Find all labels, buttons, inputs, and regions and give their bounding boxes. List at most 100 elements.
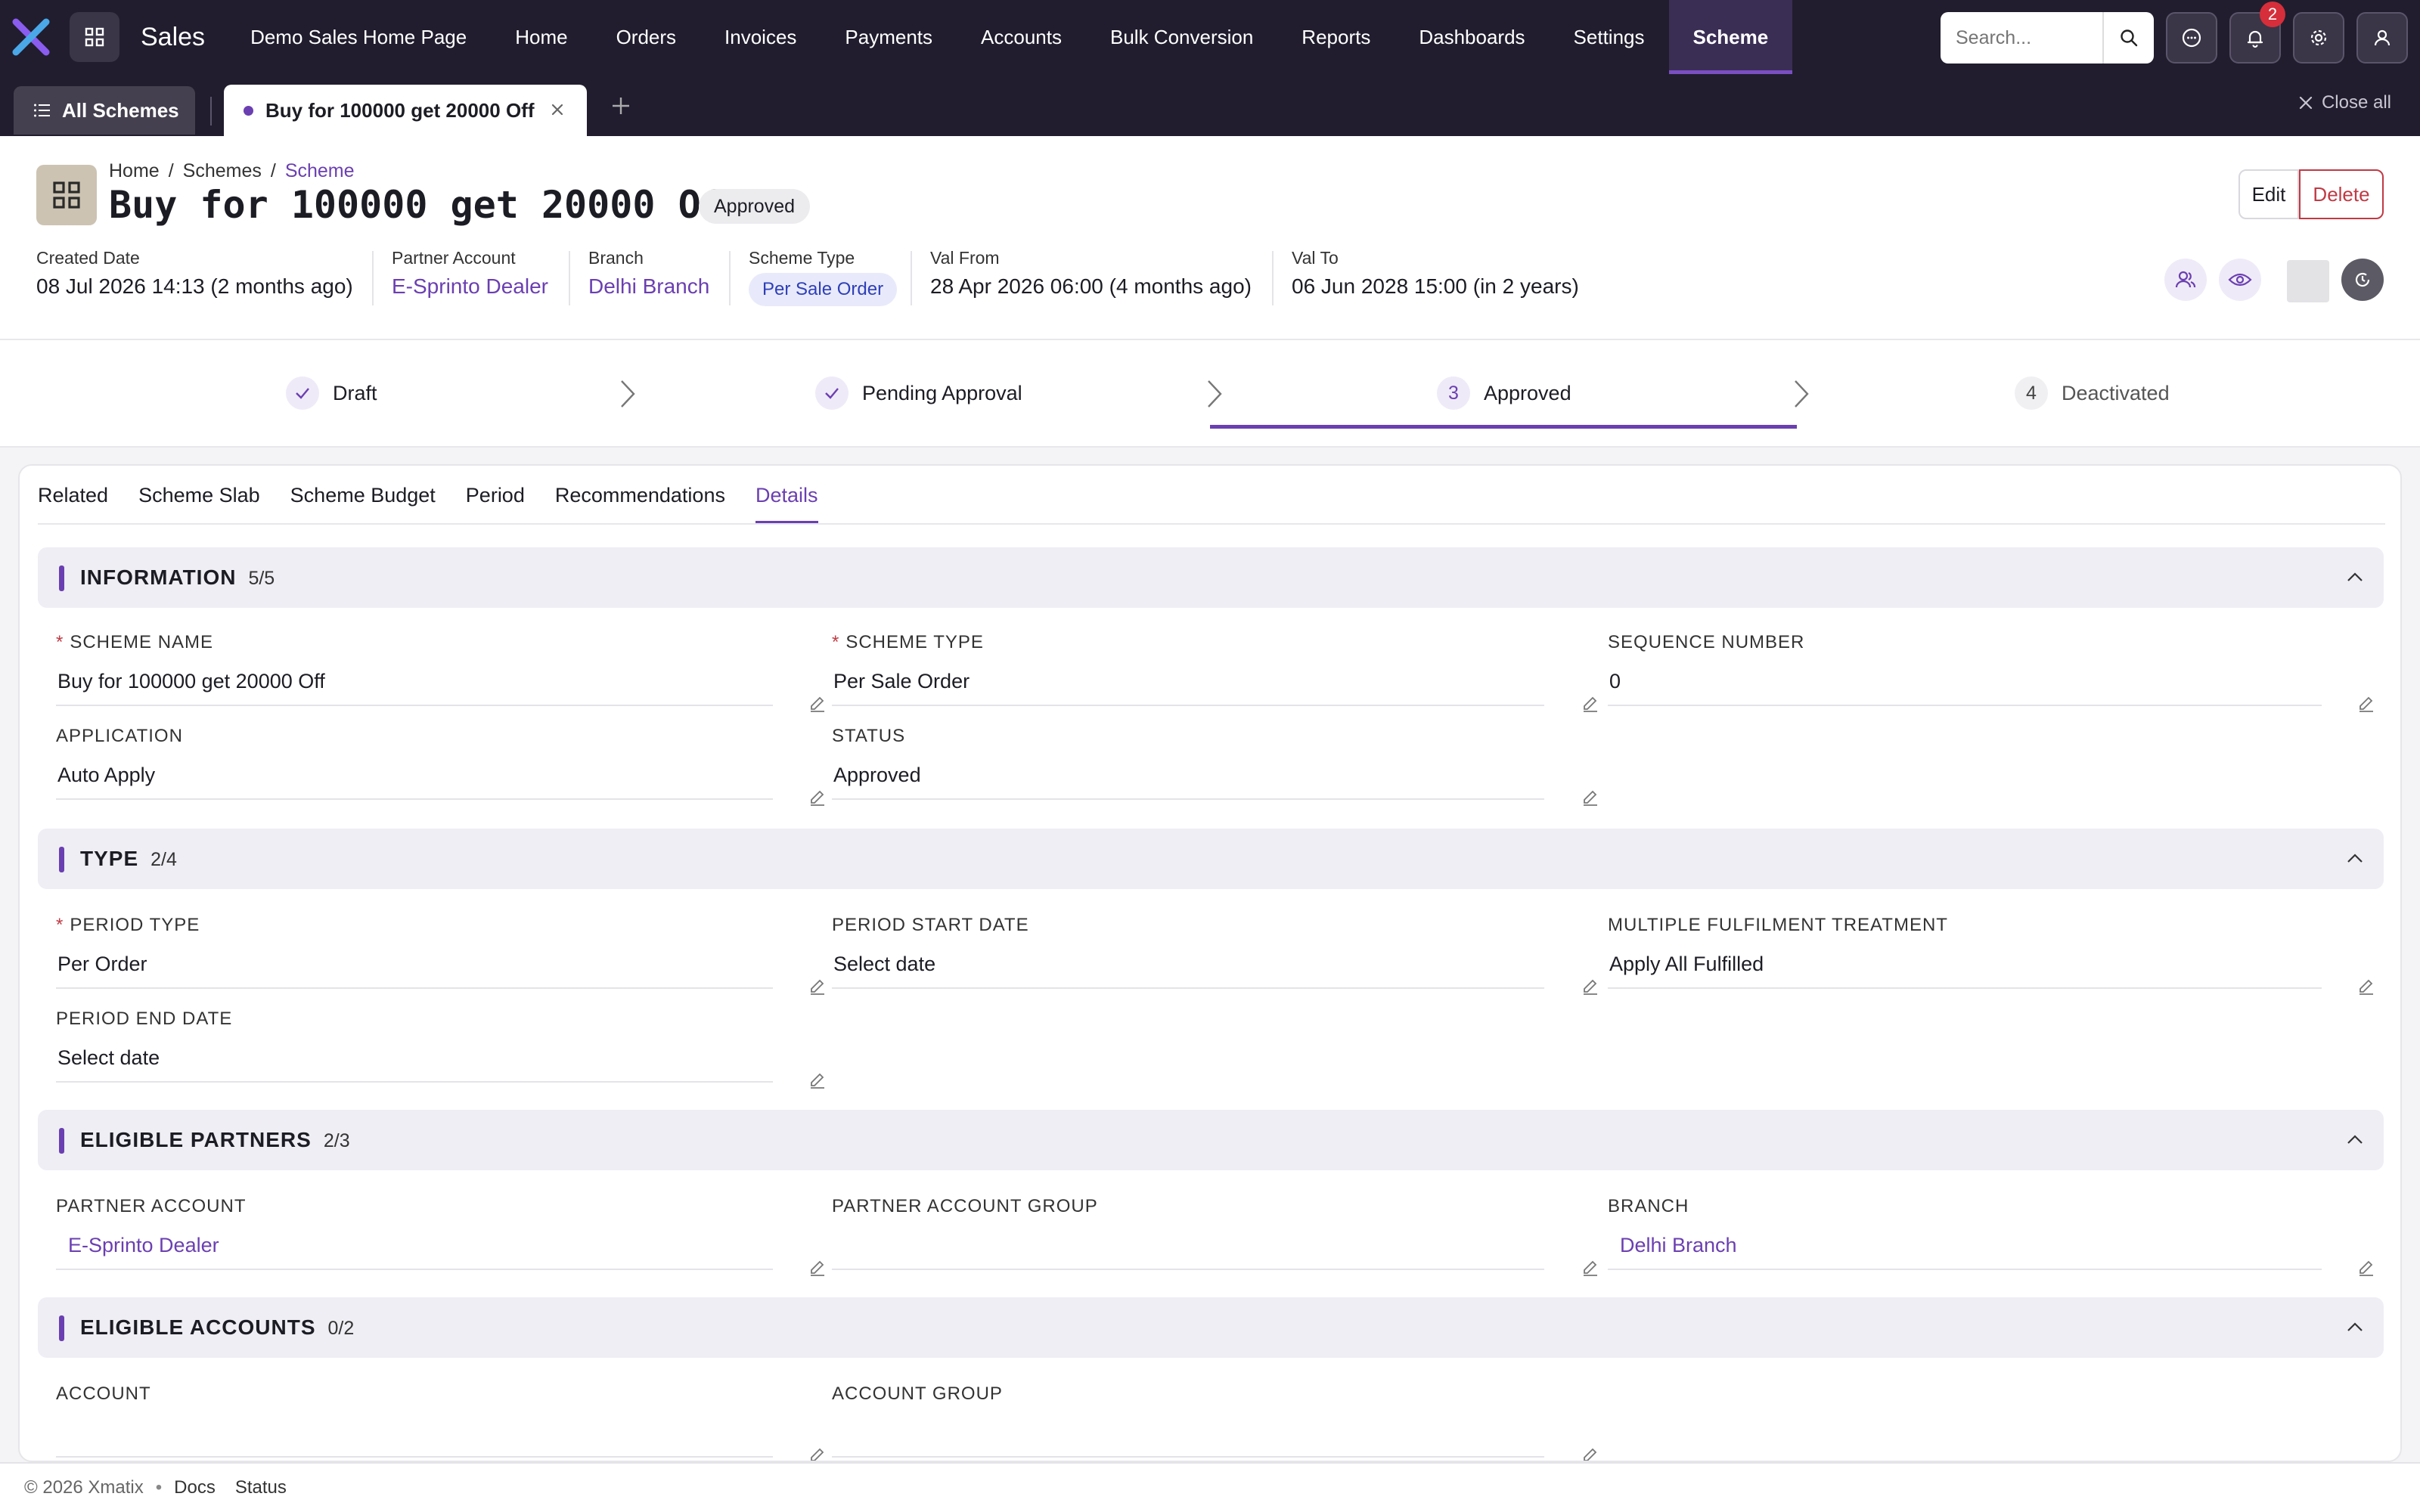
pencil-icon[interactable] bbox=[1581, 788, 1600, 807]
pencil-icon[interactable] bbox=[808, 788, 827, 807]
field-label: * PERIOD TYPE bbox=[56, 915, 812, 936]
open-record-tab[interactable]: Buy for 100000 get 20000 Off bbox=[224, 85, 587, 136]
user-profile-button[interactable] bbox=[2356, 12, 2408, 64]
step-number: 4 bbox=[2015, 376, 2048, 410]
meta-partner-account: Partner Account E-Sprinto Dealer bbox=[392, 248, 548, 299]
chat-button[interactable] bbox=[2166, 12, 2217, 64]
nav-accounts[interactable]: Accounts bbox=[957, 0, 1086, 74]
search-button[interactable] bbox=[2102, 12, 2154, 64]
section-information-header[interactable]: INFORMATION 5/5 bbox=[38, 547, 2384, 608]
field-label-text: ACCOUNT GROUP bbox=[832, 1383, 1003, 1404]
account-lookup[interactable] bbox=[56, 1421, 773, 1458]
app-launcher-button[interactable] bbox=[70, 12, 119, 62]
global-search bbox=[1941, 12, 2154, 64]
multiple-fulfilment-input[interactable]: Apply All Fulfilled bbox=[1608, 953, 2322, 989]
watch-button[interactable] bbox=[2219, 259, 2261, 301]
edit-button[interactable]: Edit bbox=[2238, 169, 2299, 219]
docs-link[interactable]: Docs bbox=[174, 1477, 216, 1498]
application-input[interactable]: Auto Apply bbox=[56, 764, 773, 800]
section-title: TYPE 2/4 bbox=[80, 847, 177, 871]
partner-account-link[interactable]: E-Sprinto Dealer bbox=[392, 274, 548, 299]
breadcrumb-current[interactable]: Scheme bbox=[285, 160, 355, 181]
tab-details[interactable]: Details bbox=[755, 484, 818, 524]
tab-related[interactable]: Related bbox=[38, 484, 108, 524]
all-schemes-tab[interactable]: All Schemes bbox=[14, 86, 195, 135]
delete-button[interactable]: Delete bbox=[2299, 169, 2384, 219]
search-input[interactable] bbox=[1941, 26, 2102, 49]
tab-scheme-budget[interactable]: Scheme Budget bbox=[290, 484, 436, 524]
period-start-date-picker[interactable]: Select date bbox=[832, 953, 1544, 989]
scheme-type-input[interactable]: Per Sale Order bbox=[832, 670, 1544, 706]
history-button[interactable] bbox=[2341, 259, 2384, 301]
color-swatch-button[interactable] bbox=[2287, 260, 2329, 302]
nav-dashboards[interactable]: Dashboards bbox=[1395, 0, 1549, 74]
nav-scheme[interactable]: Scheme bbox=[1668, 0, 1793, 74]
tab-recommendations[interactable]: Recommendations bbox=[555, 484, 725, 524]
nav-bulk-conversion[interactable]: Bulk Conversion bbox=[1086, 0, 1277, 74]
scheme-name-input[interactable]: Buy for 100000 get 20000 Off bbox=[56, 670, 773, 706]
pencil-icon[interactable] bbox=[808, 977, 827, 996]
section-type-header[interactable]: TYPE 2/4 bbox=[38, 829, 2384, 889]
followers-button[interactable] bbox=[2164, 259, 2207, 301]
field-status: STATUS Approved bbox=[832, 726, 1597, 806]
nav-home[interactable]: Home bbox=[491, 0, 591, 74]
section-eligible-partners-header[interactable]: ELIGIBLE PARTNERS 2/3 bbox=[38, 1110, 2384, 1170]
step-pending-approval[interactable]: Pending Approval bbox=[815, 376, 1022, 410]
notifications-button[interactable]: 2 bbox=[2229, 2, 2285, 64]
meta-scheme-type: Scheme Type Per Sale Order bbox=[749, 248, 898, 306]
meta-branch: Branch Delhi Branch bbox=[588, 248, 709, 299]
chevron-up-icon[interactable] bbox=[2344, 1129, 2366, 1151]
breadcrumb-schemes[interactable]: Schemes bbox=[183, 160, 262, 181]
pencil-icon[interactable] bbox=[1581, 694, 1600, 714]
pencil-icon[interactable] bbox=[1581, 977, 1600, 996]
chevron-right-icon bbox=[1208, 380, 1222, 407]
close-all-tabs-button[interactable]: Close all bbox=[2297, 92, 2391, 113]
chevron-up-icon[interactable] bbox=[2344, 567, 2366, 588]
pencil-icon[interactable] bbox=[1581, 1258, 1600, 1278]
pencil-icon[interactable] bbox=[2356, 1258, 2376, 1278]
nav-reports[interactable]: Reports bbox=[1277, 0, 1395, 74]
field-label-text: SEQUENCE NUMBER bbox=[1608, 632, 1805, 652]
chevron-up-icon[interactable] bbox=[2344, 848, 2366, 869]
sequence-number-input[interactable]: 0 bbox=[1608, 670, 2322, 706]
breadcrumb-home[interactable]: Home bbox=[109, 160, 160, 181]
pencil-icon[interactable] bbox=[2356, 694, 2376, 714]
field-label-text: PERIOD TYPE bbox=[70, 915, 200, 935]
section-eligible-accounts-header[interactable]: ELIGIBLE ACCOUNTS 0/2 bbox=[38, 1297, 2384, 1358]
status-input[interactable]: Approved bbox=[832, 764, 1544, 800]
add-tab-icon[interactable] bbox=[610, 94, 632, 122]
nav-payments[interactable]: Payments bbox=[821, 0, 957, 74]
nav-demo-sales-home[interactable]: Demo Sales Home Page bbox=[226, 0, 491, 74]
field-label-text: SCHEME TYPE bbox=[845, 632, 984, 652]
chevron-up-icon[interactable] bbox=[2344, 1317, 2366, 1338]
pencil-icon[interactable] bbox=[808, 1445, 827, 1462]
settings-button[interactable] bbox=[2293, 12, 2344, 64]
tab-scheme-slab[interactable]: Scheme Slab bbox=[138, 484, 260, 524]
pencil-icon[interactable] bbox=[808, 694, 827, 714]
partner-account-group-input[interactable] bbox=[832, 1234, 1544, 1270]
close-tab-icon[interactable] bbox=[549, 101, 566, 118]
period-type-input[interactable]: Per Order bbox=[56, 953, 773, 989]
step-approved[interactable]: 3 Approved bbox=[1437, 376, 1571, 410]
partner-account-lookup[interactable]: E-Sprinto Dealer bbox=[56, 1234, 773, 1270]
tab-period[interactable]: Period bbox=[466, 484, 525, 524]
chevron-right-icon bbox=[1795, 380, 1809, 407]
step-draft[interactable]: Draft bbox=[286, 376, 377, 410]
period-end-date-picker[interactable]: Select date bbox=[56, 1046, 773, 1083]
branch-link[interactable]: Delhi Branch bbox=[588, 274, 709, 299]
pencil-icon[interactable] bbox=[808, 1070, 827, 1090]
pencil-icon[interactable] bbox=[2356, 977, 2376, 996]
step-deactivated[interactable]: 4 Deactivated bbox=[2015, 376, 2170, 410]
nav-settings[interactable]: Settings bbox=[1550, 0, 1669, 74]
xmatix-logo-icon[interactable] bbox=[9, 15, 53, 59]
branch-lookup[interactable]: Delhi Branch bbox=[1608, 1234, 2322, 1270]
pencil-icon[interactable] bbox=[1581, 1445, 1600, 1462]
nav-invoices[interactable]: Invoices bbox=[700, 0, 821, 74]
account-group-input[interactable] bbox=[832, 1421, 1544, 1458]
nav-orders[interactable]: Orders bbox=[592, 0, 700, 74]
field-label: * SCHEME TYPE bbox=[832, 632, 1565, 653]
section-accent-bar bbox=[59, 1128, 64, 1154]
field-partner-account-group: PARTNER ACCOUNT GROUP bbox=[832, 1196, 1597, 1276]
pencil-icon[interactable] bbox=[808, 1258, 827, 1278]
status-link[interactable]: Status bbox=[235, 1477, 287, 1498]
